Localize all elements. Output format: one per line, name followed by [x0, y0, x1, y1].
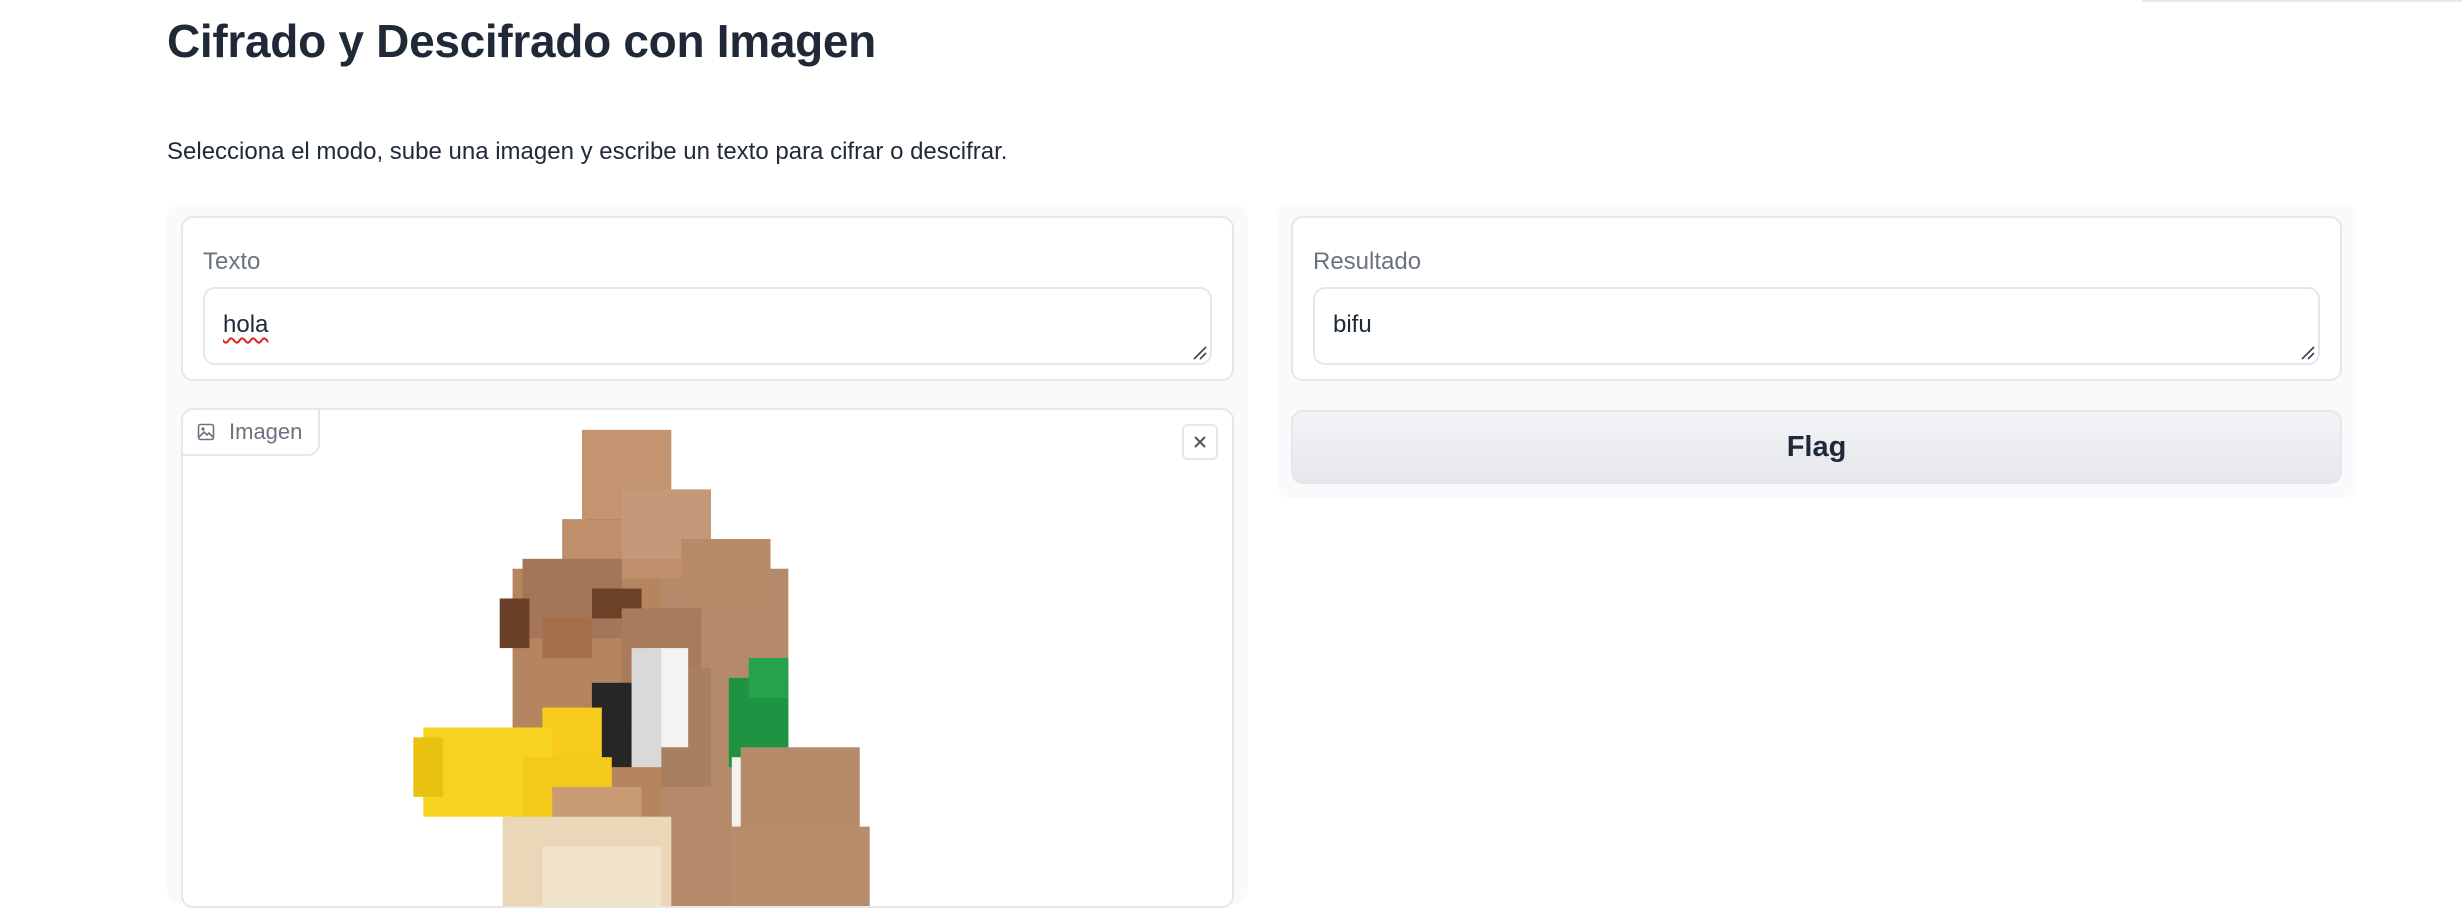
text-input-block: Texto hola: [181, 216, 1234, 381]
text-input-value: hola: [223, 311, 269, 338]
result-output-label: Resultado: [1313, 248, 1422, 275]
resize-handle-icon[interactable]: [1191, 344, 1207, 360]
clear-image-button[interactable]: [1182, 424, 1218, 460]
image-input-block[interactable]: Imagen: [181, 408, 1234, 908]
result-output[interactable]: bifu: [1313, 287, 2320, 365]
result-output-value: bifu: [1333, 311, 1372, 338]
uploaded-image: [413, 429, 870, 906]
close-icon: [1194, 436, 1206, 448]
image-icon: [197, 423, 215, 441]
page-title: Cifrado y Descifrado con Imagen: [167, 15, 876, 67]
text-input-label: Texto: [203, 248, 261, 275]
page-description: Selecciona el modo, sube una imagen y es…: [167, 138, 1008, 165]
top-divider: [2142, 0, 2462, 2]
resize-handle-icon[interactable]: [2299, 344, 2315, 360]
image-input-tag: Imagen: [183, 410, 321, 456]
text-input[interactable]: hola: [203, 287, 1212, 365]
result-output-block: Resultado bifu: [1291, 216, 2342, 381]
image-input-label: Imagen: [229, 419, 303, 444]
flag-button[interactable]: Flag: [1291, 410, 2342, 484]
